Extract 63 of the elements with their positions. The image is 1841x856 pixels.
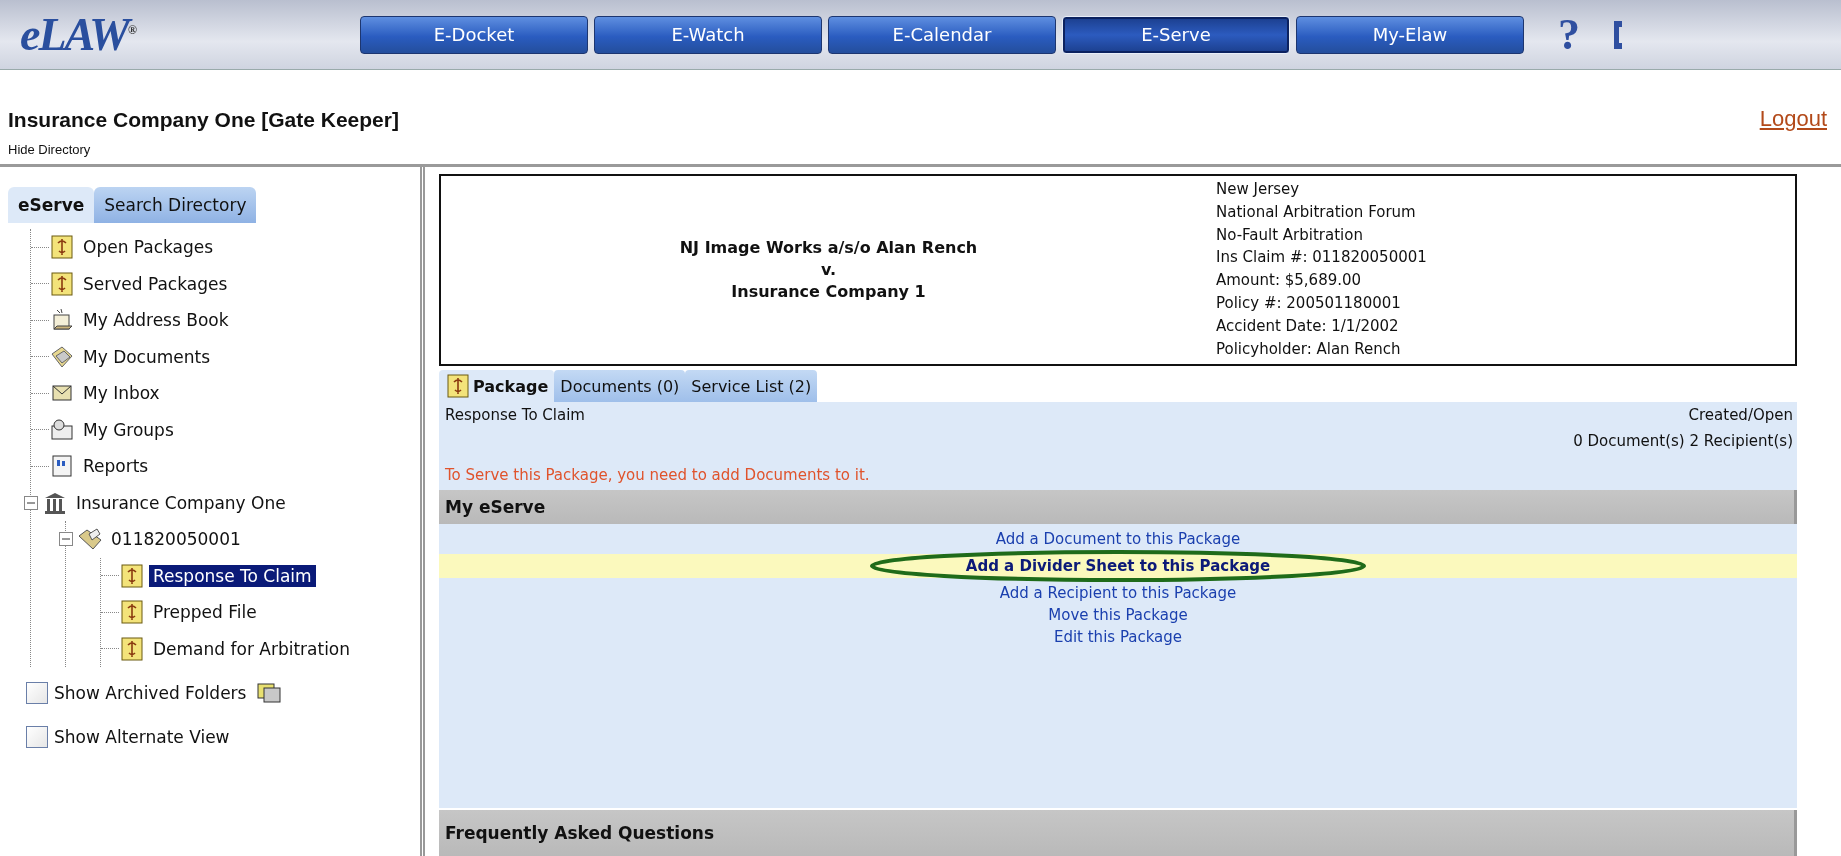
section-title: My eServe xyxy=(445,497,546,517)
case-detail: National Arbitration Forum xyxy=(1216,201,1417,223)
party-name: NJ Image Works a/s/o Alan Rench xyxy=(679,237,978,259)
hide-directory-link[interactable]: Hide Directory xyxy=(8,142,91,157)
nav-tab[interactable]: E-Serve xyxy=(1062,15,1290,54)
tree-item[interactable]: My Inbox xyxy=(79,382,164,405)
action-link[interactable]: Edit this Package xyxy=(1053,628,1183,646)
package-icon xyxy=(119,562,145,589)
package-icon xyxy=(119,599,145,626)
package-tab[interactable]: Documents (0) xyxy=(554,370,686,402)
sidebar-tab[interactable]: eServe xyxy=(8,187,95,223)
groups-icon xyxy=(49,416,75,443)
checkbox-label: Show Archived Folders xyxy=(54,683,247,703)
tree-item[interactable]: 011820050001 xyxy=(107,528,245,551)
action-link[interactable]: Move this Package xyxy=(1048,606,1188,624)
package-status: Created/Open xyxy=(1688,406,1793,424)
nav-tab[interactable]: E-Watch xyxy=(594,15,822,54)
case-detail: New Jersey xyxy=(1216,179,1301,200)
tree-item[interactable]: My Documents xyxy=(79,345,215,368)
action-link[interactable]: Add a Recipient to this Package xyxy=(999,584,1237,602)
collapse-icon[interactable] xyxy=(24,495,38,510)
checkbox[interactable] xyxy=(26,682,48,704)
collapse-icon[interactable] xyxy=(59,532,73,547)
warning-message: To Serve this Package, you need to add Documents to it. xyxy=(444,465,871,486)
package-icon xyxy=(49,270,75,297)
tree-item[interactable]: My Groups xyxy=(79,418,178,441)
logo: eLAW$^{®}$ xyxy=(20,8,137,61)
case-detail: No-Fault Arbitration xyxy=(1216,224,1364,246)
package-tab[interactable]: Package xyxy=(439,370,555,402)
case-detail: Accident Date: 1/1/2002 xyxy=(1216,315,1400,337)
package-icon xyxy=(445,373,471,399)
tree-item[interactable]: Reports xyxy=(79,455,153,478)
tree-item[interactable]: Response To Claim xyxy=(149,564,316,587)
nav-tab[interactable]: My-Elaw xyxy=(1296,15,1524,54)
nav-tab[interactable]: E-Calendar xyxy=(828,15,1056,54)
case-detail: Ins Claim #: 011820050001 xyxy=(1216,247,1427,269)
package-name: Response To Claim xyxy=(445,406,585,424)
tree-item[interactable]: Insurance Company One xyxy=(72,491,290,514)
section-title: Frequently Asked Questions xyxy=(445,823,715,843)
help-button[interactable]: ? xyxy=(1558,9,1580,60)
package-counts: 0 Document(s) 2 Recipient(s) xyxy=(1573,432,1793,450)
tree-item[interactable]: Prepped File xyxy=(149,601,261,624)
checkbox-label: Show Alternate View xyxy=(54,727,230,747)
package-tab[interactable]: Service List (2) xyxy=(685,370,818,402)
case-detail: Policy #: 200501180001 xyxy=(1216,293,1402,314)
package-icon xyxy=(119,635,145,662)
sidebar-tab[interactable]: Search Directory xyxy=(94,187,257,223)
account-title: Insurance Company One [Gate Keeper] xyxy=(8,108,399,132)
tree-item[interactable]: Served Packages xyxy=(79,272,232,295)
logout-link[interactable]: Logout xyxy=(1759,106,1827,132)
case-detail: Policyholder: Alan Rench xyxy=(1216,338,1402,360)
package-icon xyxy=(49,234,75,261)
tree-item[interactable]: Demand for Arbitration xyxy=(149,637,355,660)
tree-item[interactable]: My Address Book xyxy=(79,309,233,332)
archive-icon[interactable] xyxy=(256,680,283,706)
action-link[interactable]: Add a Document to this Package xyxy=(995,530,1241,548)
nav-tab[interactable]: E-Docket xyxy=(360,15,588,54)
party-name: v. xyxy=(820,259,837,281)
party-name: Insurance Company 1 xyxy=(731,281,926,303)
checkbox[interactable] xyxy=(26,726,48,748)
case-detail: Amount: $5,689.00 xyxy=(1216,270,1363,292)
tree-item[interactable]: Open Packages xyxy=(79,236,218,259)
report-icon xyxy=(49,453,75,480)
